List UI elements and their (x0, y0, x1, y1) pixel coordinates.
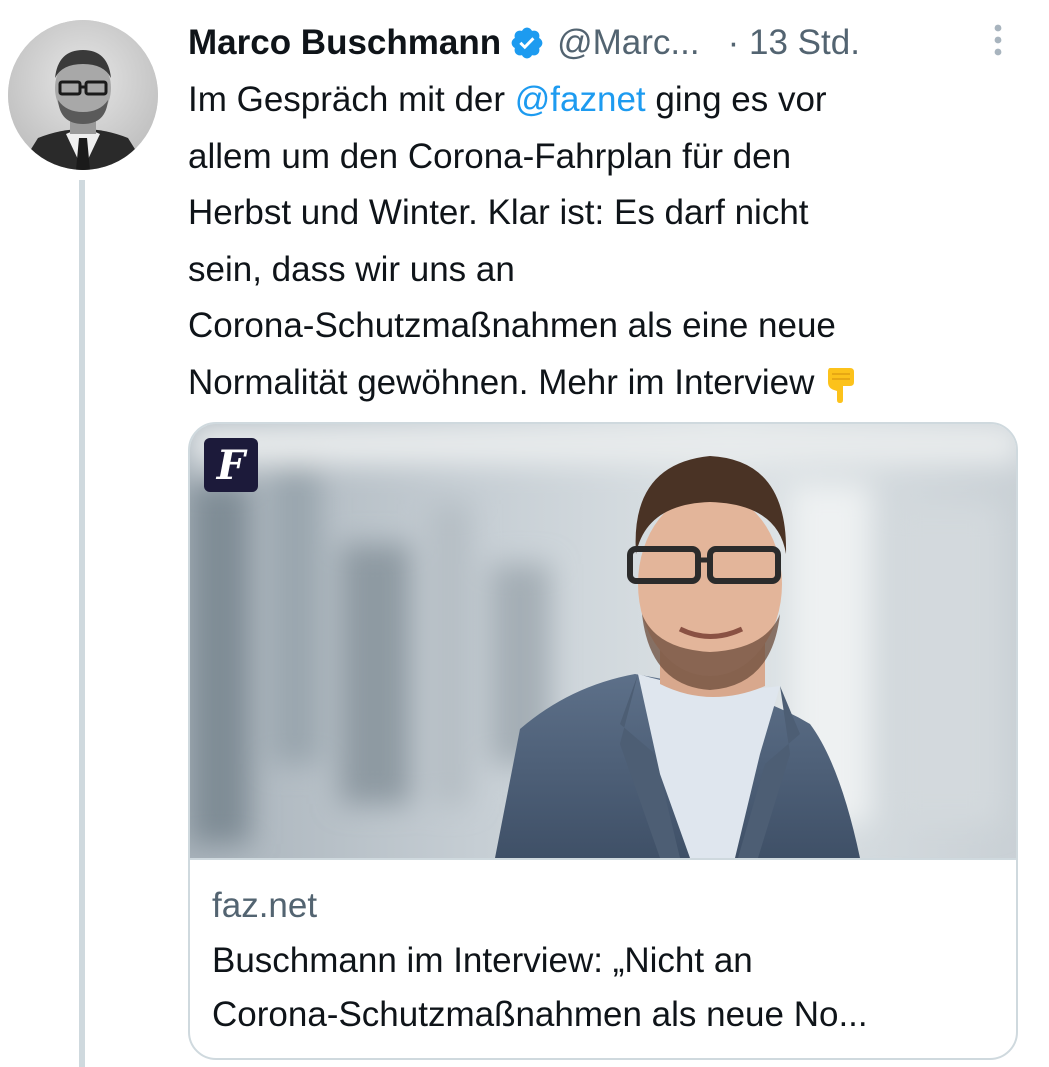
text-segment: Normalität gewöhnen. Mehr im Interview (188, 362, 815, 402)
pointing-down-hand-icon (824, 364, 858, 404)
card-domain: faz.net (212, 886, 318, 925)
author-display-name[interactable]: Marco Buschmann (188, 23, 501, 63)
tweet-text-line: Herbst und Winter. Klar ist: Es darf nic… (188, 193, 809, 232)
tweet-text-line: Corona-Schutzmaßnahmen als eine neue (188, 306, 836, 345)
more-vertical-icon[interactable] (984, 20, 1012, 64)
tweet-timestamp[interactable]: · 13 Std. (728, 23, 860, 63)
link-preview-card[interactable]: F faz.net Buschmann im Interview: „Nicht… (188, 422, 1018, 1060)
text-segment: ging es vor (645, 80, 827, 119)
article-photo (190, 424, 1016, 858)
tweet-text: Im Gespräch mit der @faznet ging es vor … (188, 72, 1028, 411)
tweet-text-line: Im Gespräch mit der @faznet ging es vor (188, 72, 1028, 129)
text-segment: Im Gespräch mit der (188, 80, 515, 119)
avatar-photo (8, 20, 158, 170)
tweet-text-line: Normalität gewöhnen. Mehr im Interview (188, 355, 1028, 412)
tweet-header: Marco Buschmann @Marc... · 13 Std. (188, 18, 860, 68)
thread-connector-line (79, 180, 85, 1067)
card-title-line: Corona-Schutzmaßnahmen als neue No... (212, 995, 868, 1034)
mention-link[interactable]: @faznet (515, 80, 646, 119)
time-separator: · (727, 23, 740, 62)
card-title-line: Buschmann im Interview: „Nicht an (212, 941, 753, 980)
card-image: F (190, 424, 1016, 858)
faz-logo-icon: F (204, 438, 258, 492)
tweet-text-line: sein, dass wir uns an (188, 249, 515, 289)
timestamp-text: 13 Std. (749, 23, 860, 62)
tweet-text-line: allem um den Corona-Fahrplan für den (188, 136, 792, 176)
card-divider (190, 858, 1016, 860)
author-avatar[interactable] (8, 20, 158, 170)
faz-logo-letter: F (216, 441, 246, 489)
author-handle[interactable]: @Marc... (557, 23, 699, 63)
card-title: Buschmann im Interview: „Nicht an Corona… (212, 934, 1002, 1042)
verified-badge-icon (509, 25, 545, 61)
tweet[interactable]: Marco Buschmann @Marc... · 13 Std. Im Ge… (0, 0, 1049, 1067)
